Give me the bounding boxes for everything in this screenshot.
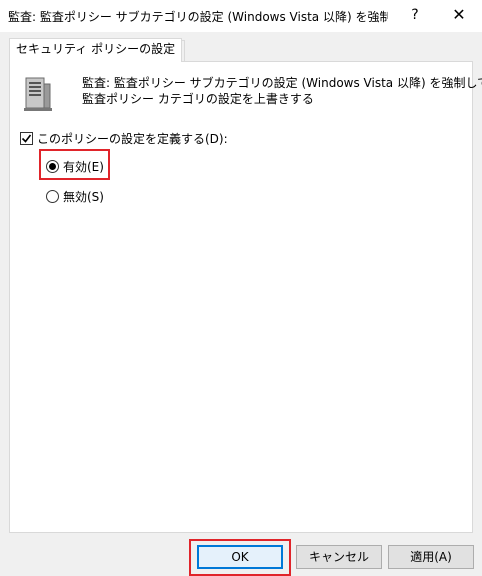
- define-policy-checkbox[interactable]: このポリシーの設定を定義する(D):: [20, 130, 228, 146]
- tab-panel: 監査: 監査ポリシー サブカテゴリの設定 (Windows Vista 以降) …: [9, 61, 482, 533]
- help-button[interactable]: ?: [395, 0, 435, 30]
- policy-description-line1: 監査: 監査ポリシー サブカテゴリの設定 (Windows Vista 以降) …: [82, 76, 482, 90]
- dialog-client: セキュリティ ポリシーの設定 説明 監査: 監査ポリシー サブカテゴリの設定 (…: [0, 32, 482, 576]
- title-bar: 監査: 監査ポリシー サブカテゴリの設定 (Windows Vista 以降) …: [0, 0, 482, 32]
- radio-enabled-button[interactable]: [46, 159, 59, 173]
- cancel-button[interactable]: キャンセル: [296, 545, 382, 569]
- radio-disabled-button[interactable]: [46, 189, 59, 203]
- radio-selected-dot: [49, 162, 56, 170]
- radio-disabled-label: 無効(S): [63, 189, 104, 204]
- server-icon: [24, 77, 52, 111]
- radio-disabled[interactable]: 無効(S): [46, 187, 104, 205]
- ok-button[interactable]: OK: [197, 545, 283, 569]
- policy-description-line2: 監査ポリシー カテゴリの設定を上書きする: [82, 92, 314, 106]
- checkbox-box[interactable]: [20, 131, 33, 145]
- radio-enabled[interactable]: 有効(E): [46, 157, 104, 175]
- radio-enabled-label: 有効(E): [63, 159, 104, 174]
- checkmark-icon: [21, 134, 32, 143]
- define-policy-label: このポリシーの設定を定義する(D):: [37, 131, 228, 146]
- close-button[interactable]: ✕: [436, 0, 482, 30]
- tab-security-policy-setting[interactable]: セキュリティ ポリシーの設定: [9, 38, 183, 62]
- apply-button[interactable]: 適用(A): [388, 545, 474, 569]
- window-title: 監査: 監査ポリシー サブカテゴリの設定 (Windows Vista 以降) …: [8, 10, 388, 24]
